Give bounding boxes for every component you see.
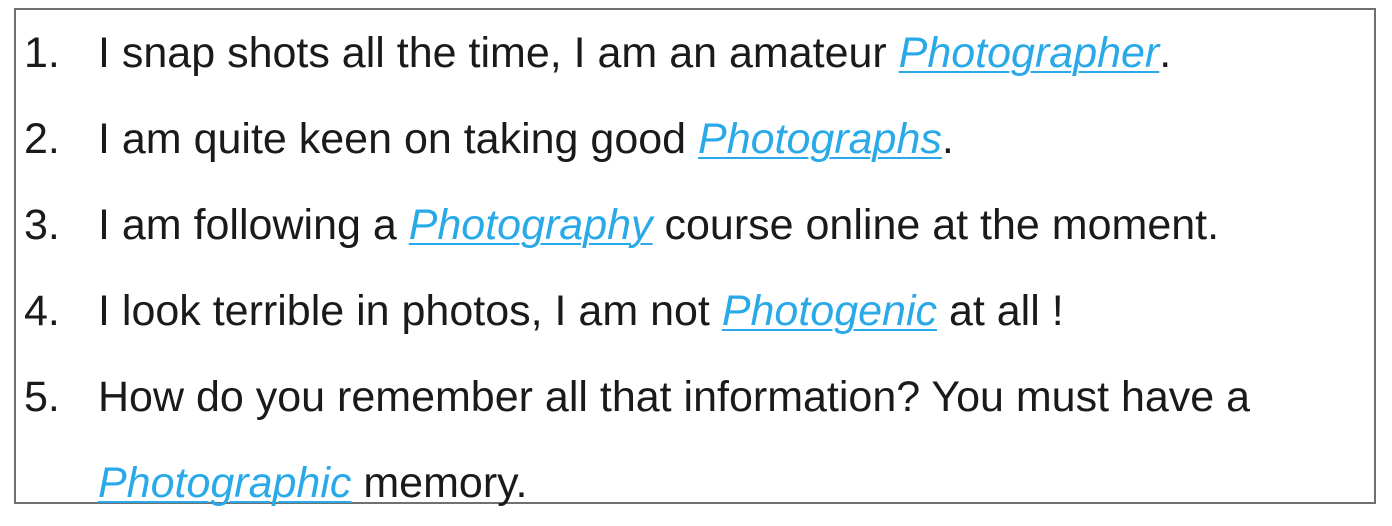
keyword-link[interactable]: Photogenic (722, 287, 937, 335)
keyword-link[interactable]: Photographer (899, 29, 1160, 77)
keyword-link[interactable]: Photographs (698, 115, 942, 163)
keyword-link[interactable]: Photographic (98, 459, 351, 507)
item-number: 3. (24, 201, 60, 249)
sentence-after: . (941, 115, 954, 163)
sentence-after: course online at the moment. (652, 201, 1220, 249)
list-item: 3. I am following a Photography course o… (24, 182, 1374, 268)
sentence-before: How do you remember all that information… (98, 373, 1251, 421)
sentence-text: I look terrible in photos, I am not Phot… (98, 268, 1374, 354)
sentence-after: memory. (351, 459, 528, 507)
list-item: 5. How do you remember all that informat… (24, 354, 1374, 526)
item-number: 1. (24, 29, 60, 77)
sentence-after: at all ! (937, 287, 1064, 335)
item-number: 4. (24, 287, 60, 335)
item-number: 2. (24, 115, 60, 163)
list-item: 2. I am quite keen on taking good Photog… (24, 96, 1374, 182)
list-item: 4. I look terrible in photos, I am not P… (24, 268, 1374, 354)
sentence-before: I look terrible in photos, I am not (98, 287, 722, 335)
sentence-before: I am following a (98, 201, 409, 249)
sentence-before: I am quite keen on taking good (98, 115, 699, 163)
keyword-link[interactable]: Photography (409, 201, 653, 249)
item-number: 5. (24, 373, 60, 421)
sentence-text: I am following a Photography course onli… (98, 182, 1374, 268)
sentence-before: I snap shots all the time, I am an amate… (98, 29, 899, 77)
sentence-after: . (1159, 29, 1172, 77)
list-item: 1. I snap shots all the time, I am an am… (24, 10, 1374, 96)
sentence-list: 1. I snap shots all the time, I am an am… (24, 10, 1374, 526)
sentence-text: I snap shots all the time, I am an amate… (98, 10, 1374, 96)
sentence-text: How do you remember all that information… (98, 354, 1374, 526)
sentence-text: I am quite keen on taking good Photograp… (98, 96, 1374, 182)
sentence-box: 1. I snap shots all the time, I am an am… (14, 8, 1376, 507)
